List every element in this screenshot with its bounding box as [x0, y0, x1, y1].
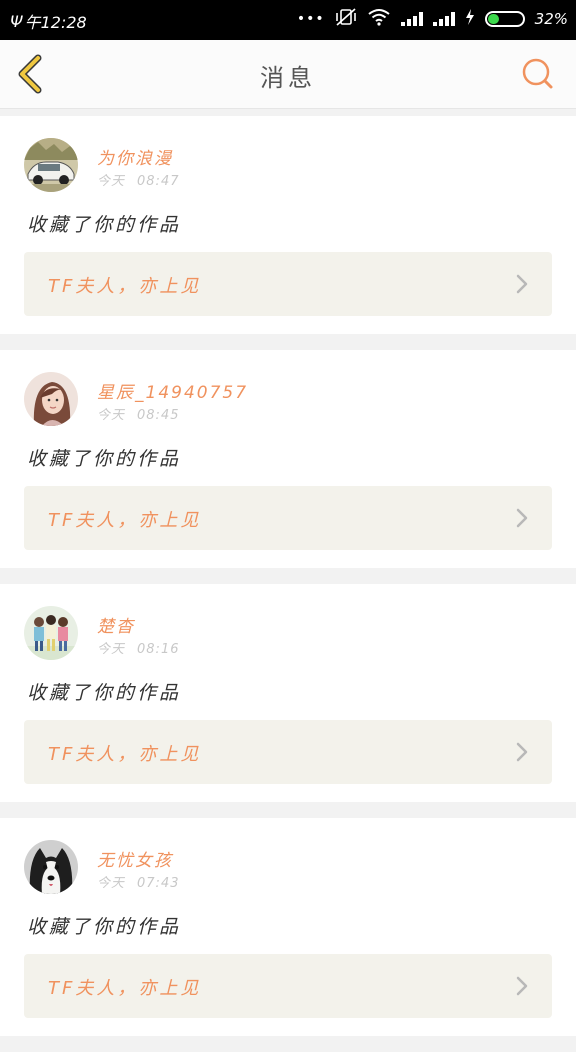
- work-title: TF夫人，亦上见: [48, 978, 202, 999]
- signal-icon-2: [432, 12, 455, 26]
- status-left: Ψ 午12:28: [10, 9, 87, 33]
- dog-avatar[interactable]: [24, 840, 78, 894]
- timestamp: 今天 07:43: [97, 872, 179, 891]
- username[interactable]: 为你浪漫: [97, 144, 173, 169]
- username[interactable]: 无忧女孩: [97, 846, 173, 871]
- header: 消息: [0, 40, 576, 109]
- action-text: 收藏了你的作品: [27, 448, 182, 470]
- chevron-right-icon: [516, 508, 528, 528]
- work-link[interactable]: TF夫人，亦上见: [24, 252, 552, 316]
- message-card: 星辰_14940757 今天 08:45 收藏了你的作品 TF夫人，亦上见: [0, 350, 576, 568]
- work-title: TF夫人，亦上见: [48, 276, 202, 297]
- message-card: 楚杳 今天 08:16 收藏了你的作品 TF夫人，亦上见: [0, 584, 576, 802]
- page-title: 消息: [260, 64, 316, 92]
- message-card: 无忧女孩 今天 07:43 收藏了你的作品 TF夫人，亦上见: [0, 818, 576, 1036]
- wifi-icon: [367, 8, 391, 30]
- work-link[interactable]: TF夫人，亦上见: [24, 486, 552, 550]
- car-avatar[interactable]: [24, 138, 78, 192]
- signal-icon: [400, 12, 423, 26]
- action-text: 收藏了你的作品: [27, 916, 182, 938]
- action-text: 收藏了你的作品: [27, 214, 182, 236]
- carrier-icon: Ψ: [10, 11, 23, 31]
- action-text: 收藏了你的作品: [27, 682, 182, 704]
- status-right: ••• 32%: [297, 8, 568, 30]
- timestamp-time: 08:47: [137, 174, 180, 189]
- timestamp-time: 08:45: [137, 408, 180, 423]
- timestamp: 今天 08:47: [97, 170, 179, 189]
- charging-icon: [465, 9, 475, 29]
- chevron-right-icon: [516, 976, 528, 996]
- chevron-right-icon: [516, 274, 528, 294]
- username[interactable]: 星辰_14940757: [97, 378, 248, 403]
- vibrate-off-icon: [335, 8, 357, 30]
- message-card: 为你浪漫 今天 08:47 收藏了你的作品 TF夫人，亦上见: [0, 116, 576, 334]
- status-bar: Ψ 午12:28 ••• 32%: [0, 0, 576, 40]
- girl-avatar[interactable]: [24, 372, 78, 426]
- timestamp: 今天 08:16: [97, 638, 179, 657]
- battery-percent: 32%: [534, 10, 568, 28]
- status-time: 午12:28: [24, 13, 87, 32]
- message-list: 为你浪漫 今天 08:47 收藏了你的作品 TF夫人，亦上见 星辰_149407…: [0, 116, 576, 1052]
- username[interactable]: 楚杳: [97, 612, 135, 637]
- timestamp-time: 07:43: [137, 876, 180, 891]
- chevron-right-icon: [516, 742, 528, 762]
- work-title: TF夫人，亦上见: [48, 510, 202, 531]
- timestamp-time: 08:16: [137, 642, 180, 657]
- timestamp: 今天 08:45: [97, 404, 179, 423]
- work-link[interactable]: TF夫人，亦上见: [24, 720, 552, 784]
- battery-icon: [484, 11, 525, 27]
- battery-level: [487, 14, 499, 24]
- work-title: TF夫人，亦上见: [48, 744, 202, 765]
- timestamp-date: 今天: [97, 174, 126, 189]
- timestamp-date: 今天: [97, 876, 126, 891]
- search-button[interactable]: [520, 56, 556, 92]
- work-link[interactable]: TF夫人，亦上见: [24, 954, 552, 1018]
- more-dots: •••: [296, 11, 325, 27]
- timestamp-date: 今天: [97, 408, 126, 423]
- search-icon: [522, 58, 553, 89]
- timestamp-date: 今天: [97, 642, 126, 657]
- group-avatar[interactable]: [24, 606, 78, 660]
